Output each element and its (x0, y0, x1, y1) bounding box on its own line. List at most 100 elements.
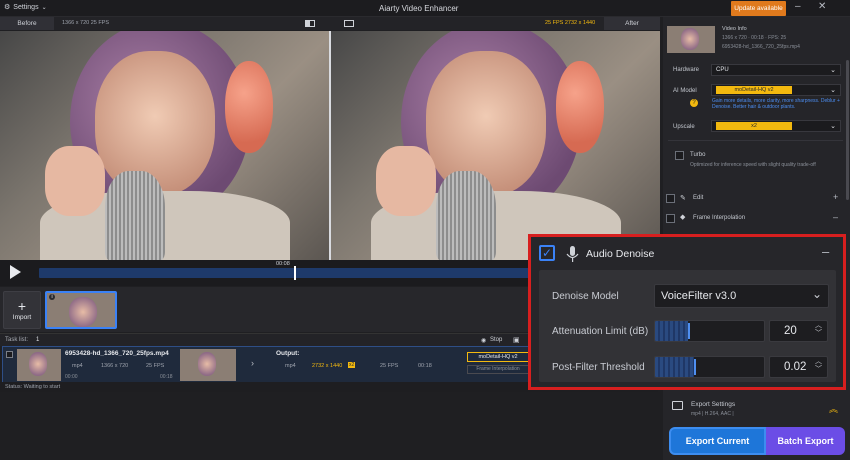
export-settings-label[interactable]: Export Settings (691, 401, 735, 408)
chevron-down-icon: ⌄ (830, 123, 836, 130)
expand-up-icon[interactable]: ︽ (829, 402, 838, 415)
out-format: mp4 (285, 363, 296, 369)
stop-button[interactable]: Stop (490, 337, 502, 343)
in-start-time: 00:00 (65, 374, 78, 380)
attenuation-label: Attenuation Limit (dB) (552, 326, 649, 337)
export-settings-icon (672, 401, 683, 410)
post-filter-label: Post-Filter Threshold (552, 362, 645, 373)
frame-interp-collapse-icon[interactable]: – (833, 212, 838, 222)
task-model-select[interactable]: moDetail-HQ v2 (467, 352, 529, 362)
video-info-title: Video Info (722, 26, 747, 32)
turbo-label: Turbo (690, 152, 706, 158)
ai-model-value: moDetail-HQ v2 (716, 86, 792, 94)
settings-menu[interactable]: ⚙ Settings ⌄ (4, 3, 47, 12)
edit-label: Edit (693, 195, 704, 201)
upscale-value: x2 (716, 122, 792, 130)
in-format: mp4 (72, 363, 83, 369)
task-source-thumbnail (17, 349, 61, 381)
attenuation-stepper[interactable]: 20 ︿ ﹀ (769, 320, 828, 342)
upscale-label: Upscale (673, 124, 695, 130)
play-button[interactable] (8, 264, 22, 280)
frame-interp-label: Frame Interpolation (693, 215, 746, 221)
audio-denoise-collapse-icon[interactable]: – (822, 244, 829, 259)
after-frame (331, 31, 660, 260)
stepper-arrows-icon[interactable]: ︿ ﹀ (815, 322, 822, 338)
denoise-model-select[interactable]: VoiceFilter v3.0 ⌄ (654, 284, 829, 308)
chevron-right-icon: › (251, 358, 254, 368)
info-icon: i (49, 294, 55, 300)
attenuation-thumb[interactable] (688, 323, 690, 339)
playhead[interactable] (293, 266, 296, 280)
ai-model-label: AI Model (673, 88, 697, 94)
batch-export-button[interactable]: Batch Export (766, 427, 845, 455)
help-icon[interactable]: ? (690, 99, 698, 107)
before-frame (0, 31, 329, 260)
edit-expand-icon[interactable]: + (833, 192, 838, 202)
turbo-checkbox[interactable] (675, 151, 684, 160)
attenuation-slider[interactable] (654, 320, 765, 342)
in-end-time: 00:18 (160, 374, 173, 380)
post-filter-slider[interactable] (654, 356, 765, 378)
post-filter-fill (655, 357, 695, 377)
app-title: Aiarty Video Enhancer (379, 4, 459, 13)
media-thumbnail[interactable]: i (45, 291, 117, 329)
split-view-icon[interactable] (305, 20, 315, 27)
attenuation-value: 20 (784, 325, 797, 337)
panel-scrollbar[interactable] (846, 60, 849, 200)
export-settings-meta: mp4 | H.264, AAC | (691, 411, 734, 417)
post-filter-stepper[interactable]: 0.02 ︿ ﹀ (769, 356, 828, 378)
task-output-thumbnail (180, 349, 236, 381)
clear-list-icon[interactable]: ▣ (513, 336, 520, 344)
update-available-button[interactable]: Update available (731, 1, 786, 16)
task-list-label: Task list: (5, 337, 29, 343)
frame-interp-checkbox[interactable] (666, 214, 675, 223)
video-info-line2: 6953428-hd_1366_720_25fps.mp4 (722, 44, 800, 50)
status-text: Status: Waiting to start (5, 384, 61, 390)
denoise-model-label: Denoise Model (552, 291, 619, 302)
in-res: 1366 x 720 (101, 363, 129, 369)
task-frame-interp[interactable]: Frame Interpolation (467, 365, 529, 374)
close-icon[interactable]: ✕ (818, 1, 826, 12)
edit-icon: ✎ (680, 195, 686, 202)
minimize-icon[interactable]: – (795, 1, 801, 12)
timeline-track[interactable] (39, 268, 529, 278)
chevron-down-icon: ⌄ (811, 287, 822, 301)
chevron-down-icon: ⌄ (830, 87, 836, 94)
audio-denoise-title: Audio Denoise (586, 248, 655, 260)
ai-model-description: Gain more details, more clarity, more sh… (712, 98, 840, 110)
out-duration: 00:18 (418, 363, 432, 369)
task-count: 1 (36, 337, 40, 343)
out-res: 2732 x 1440 (312, 363, 343, 369)
stepper-arrows-icon[interactable]: ︿ ﹀ (815, 358, 822, 374)
microphone-icon (566, 246, 579, 262)
compare-split-handle[interactable] (329, 31, 331, 260)
edit-checkbox[interactable] (666, 194, 675, 203)
denoise-model-value: VoiceFilter v3.0 (661, 290, 737, 302)
hardware-value: CPU (716, 67, 729, 73)
side-by-side-icon[interactable] (344, 20, 354, 27)
audio-denoise-checkbox[interactable]: ✓ (539, 245, 555, 261)
out-fps: 25 FPS (380, 363, 399, 369)
import-button[interactable]: + Import (3, 291, 41, 329)
hardware-select[interactable]: CPU ⌄ (711, 64, 841, 76)
settings-label: Settings (13, 3, 39, 11)
upscale-select[interactable]: x2 ⌄ (711, 120, 841, 132)
before-tab: Before (0, 17, 54, 30)
task-filename: 6953428-hd_1366_720_25fps.mp4 (65, 350, 169, 357)
after-tab: After (604, 17, 660, 30)
plus-icon: + (17, 297, 27, 314)
ai-model-select[interactable]: moDetail-HQ v2 ⌄ (711, 84, 841, 96)
post-filter-thumb[interactable] (694, 359, 696, 375)
export-current-button[interactable]: Export Current (669, 427, 766, 455)
frame-interp-icon: ◆ (680, 214, 686, 221)
chevron-down-icon: ⌄ (830, 67, 836, 74)
attenuation-fill (655, 321, 688, 341)
compare-header: Before 1366 x 720 25 FPS 25 FPS 2732 x 1… (0, 17, 660, 30)
task-checkbox[interactable] (6, 351, 13, 358)
turbo-description: Optimized for inference speed with sligh… (690, 162, 816, 168)
timecode: 00:08 (276, 261, 290, 267)
after-meta: 25 FPS 2732 x 1440 (545, 20, 596, 26)
info-thumbnail (667, 26, 715, 53)
video-info-line1: 1366 x 720 · 00:18 · FPS: 25 (722, 35, 787, 41)
output-label: Output: (276, 350, 300, 357)
